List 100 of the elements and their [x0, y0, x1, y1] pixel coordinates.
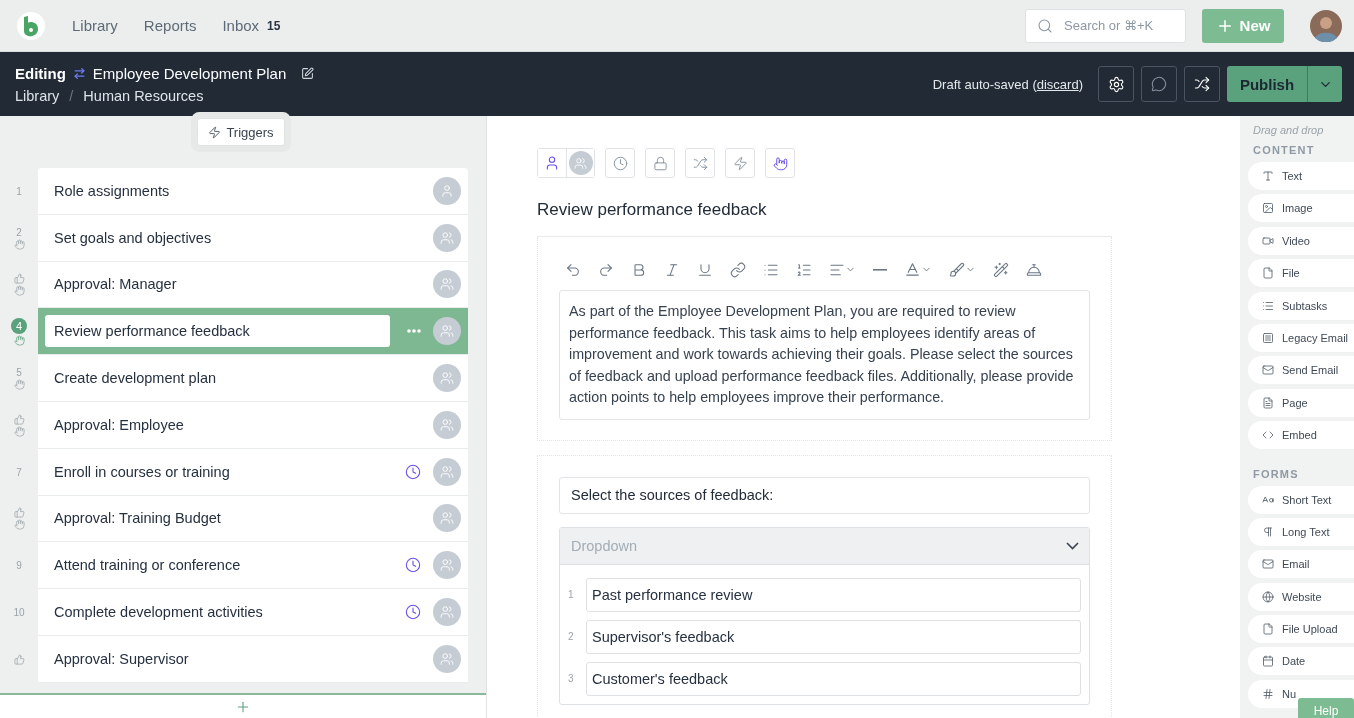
- step-title: Set goals and objectives: [54, 229, 213, 246]
- option-field[interactable]: Past performance review: [586, 577, 1081, 612]
- step-title: Approval: Manager: [54, 276, 178, 293]
- step-item[interactable]: Approval: Supervisor: [38, 635, 468, 683]
- step-title: Complete development activities: [54, 604, 264, 621]
- palette-item[interactable]: Page: [1248, 388, 1354, 417]
- palette-item[interactable]: Video: [1248, 226, 1354, 255]
- link-button[interactable]: [730, 261, 746, 278]
- step-item[interactable]: Approval: Manager: [38, 261, 468, 309]
- page-icon: [1262, 396, 1274, 409]
- logo-icon[interactable]: [16, 10, 46, 41]
- palette-item[interactable]: File: [1248, 259, 1354, 288]
- step-title: Enroll in courses or training: [54, 463, 231, 480]
- step-item[interactable]: Attend training or conference: [38, 542, 468, 590]
- automation-button[interactable]: [725, 148, 755, 178]
- option-number: 2: [568, 631, 575, 642]
- settings-button[interactable]: [1098, 66, 1134, 102]
- edit-icon[interactable]: [301, 66, 315, 80]
- publish-button[interactable]: Publish: [1227, 66, 1307, 102]
- text-color-button[interactable]: [904, 261, 932, 278]
- arrows-icon: [72, 66, 86, 80]
- settings-icon: [1107, 75, 1125, 93]
- step-item[interactable]: Enroll in courses or training: [38, 448, 468, 496]
- divider-button[interactable]: [873, 268, 887, 271]
- redo-icon: [598, 261, 614, 278]
- palette-item[interactable]: Website: [1248, 582, 1354, 611]
- step-number: 2: [16, 226, 22, 238]
- nav-link[interactable]: Inbox 15: [222, 17, 281, 34]
- step-number: 4: [11, 317, 27, 334]
- bell-button[interactable]: [1026, 261, 1042, 278]
- palette-item[interactable]: Image: [1248, 194, 1354, 223]
- palette-item[interactable]: Date: [1248, 647, 1354, 676]
- shuffle-icon: [692, 155, 708, 171]
- lock-button[interactable]: [645, 148, 675, 178]
- palette-item[interactable]: Embed: [1248, 421, 1354, 450]
- breadcrumb-link[interactable]: Library: [15, 87, 60, 104]
- step-number: 9: [16, 560, 22, 572]
- file-icon: [1262, 623, 1274, 636]
- user-icon: [544, 155, 560, 171]
- step-title: Create development plan: [54, 370, 218, 387]
- mode-label: Editing: [15, 64, 66, 82]
- lightning-icon: [732, 155, 748, 171]
- undo-button[interactable]: [565, 261, 581, 278]
- step-item[interactable]: Set goals and objectives: [38, 214, 468, 262]
- magic-wand-button[interactable]: [993, 261, 1009, 278]
- pilcrow-icon: [1262, 525, 1274, 538]
- palette-item[interactable]: Send Email: [1248, 356, 1354, 385]
- highlight-button[interactable]: [949, 261, 976, 278]
- undo-icon: [565, 261, 581, 278]
- stop-button[interactable]: [765, 148, 795, 178]
- palette-item[interactable]: File Upload: [1248, 615, 1354, 644]
- dots-icon: [407, 329, 421, 334]
- search-field[interactable]: Search or ⌘+K: [1025, 8, 1186, 43]
- step-item[interactable]: Approval: Training Budget: [38, 495, 468, 543]
- step-item[interactable]: Create development plan: [38, 355, 468, 402]
- question-field[interactable]: Select the sources of feedback:: [559, 476, 1090, 514]
- letter-icon: [1262, 493, 1274, 506]
- step-item[interactable]: Approval: Employee: [38, 402, 468, 449]
- palette-item[interactable]: Legacy Email: [1248, 323, 1354, 352]
- hand-icon: [772, 155, 788, 171]
- palette-hint: Drag and drop: [1253, 124, 1325, 136]
- palette-item[interactable]: Email: [1248, 550, 1354, 579]
- description-text[interactable]: As part of the Employee Development Plan, you are required to review performance feedback. This task aims to help employees identify areas of improvement and work towards achieving their goals. Please select the sources of feedback and upload performance feedback files. Additionally, please provide action points to help employees improve their performance.: [559, 290, 1090, 420]
- video-icon: [1262, 234, 1274, 247]
- bold-button[interactable]: [631, 261, 647, 278]
- shuffle-button[interactable]: [1184, 66, 1220, 102]
- nav-link[interactable]: Library: [72, 17, 118, 34]
- user-avatar[interactable]: [1310, 9, 1342, 42]
- breadcrumb-separator: /: [69, 87, 74, 104]
- breadcrumb-link[interactable]: Human Resources: [83, 87, 204, 104]
- option-field[interactable]: Supervisor's feedback: [586, 619, 1081, 654]
- hash-icon: [1262, 687, 1274, 700]
- redo-button[interactable]: [598, 261, 614, 278]
- add-step-button[interactable]: [0, 693, 486, 718]
- underline-button[interactable]: [697, 261, 713, 278]
- option-number: 3: [568, 673, 575, 684]
- more-button[interactable]: [407, 329, 421, 334]
- palette-item[interactable]: Short Text: [1248, 485, 1354, 514]
- group-avatar: [568, 151, 593, 175]
- link-icon: [730, 261, 746, 278]
- step-item[interactable]: Review performance feedback: [38, 308, 468, 356]
- due-date-button[interactable]: [605, 148, 635, 178]
- palette-item[interactable]: Text: [1248, 162, 1354, 190]
- italic-button[interactable]: [664, 261, 680, 278]
- step-item[interactable]: Role assignments: [38, 168, 468, 215]
- lightning-icon: [208, 125, 222, 139]
- comment-button[interactable]: [1141, 66, 1177, 102]
- clock-icon: [612, 155, 628, 171]
- text-icon: [1262, 170, 1274, 182]
- nav-link[interactable]: Reports: [143, 17, 197, 34]
- step-title: Approval: Training Budget: [54, 510, 222, 527]
- inbox-count: 15: [267, 18, 281, 33]
- bell-icon: [1026, 261, 1042, 278]
- palette-item[interactable]: Subtasks: [1248, 291, 1354, 320]
- step-title: Review performance feedback: [45, 315, 390, 348]
- step-item[interactable]: Complete development activities: [38, 589, 468, 636]
- option-field[interactable]: Customer's feedback: [586, 661, 1081, 696]
- palette-item[interactable]: Long Text: [1248, 517, 1354, 546]
- option-number: 1: [568, 589, 575, 600]
- numbered-list-button[interactable]: [796, 261, 812, 278]
